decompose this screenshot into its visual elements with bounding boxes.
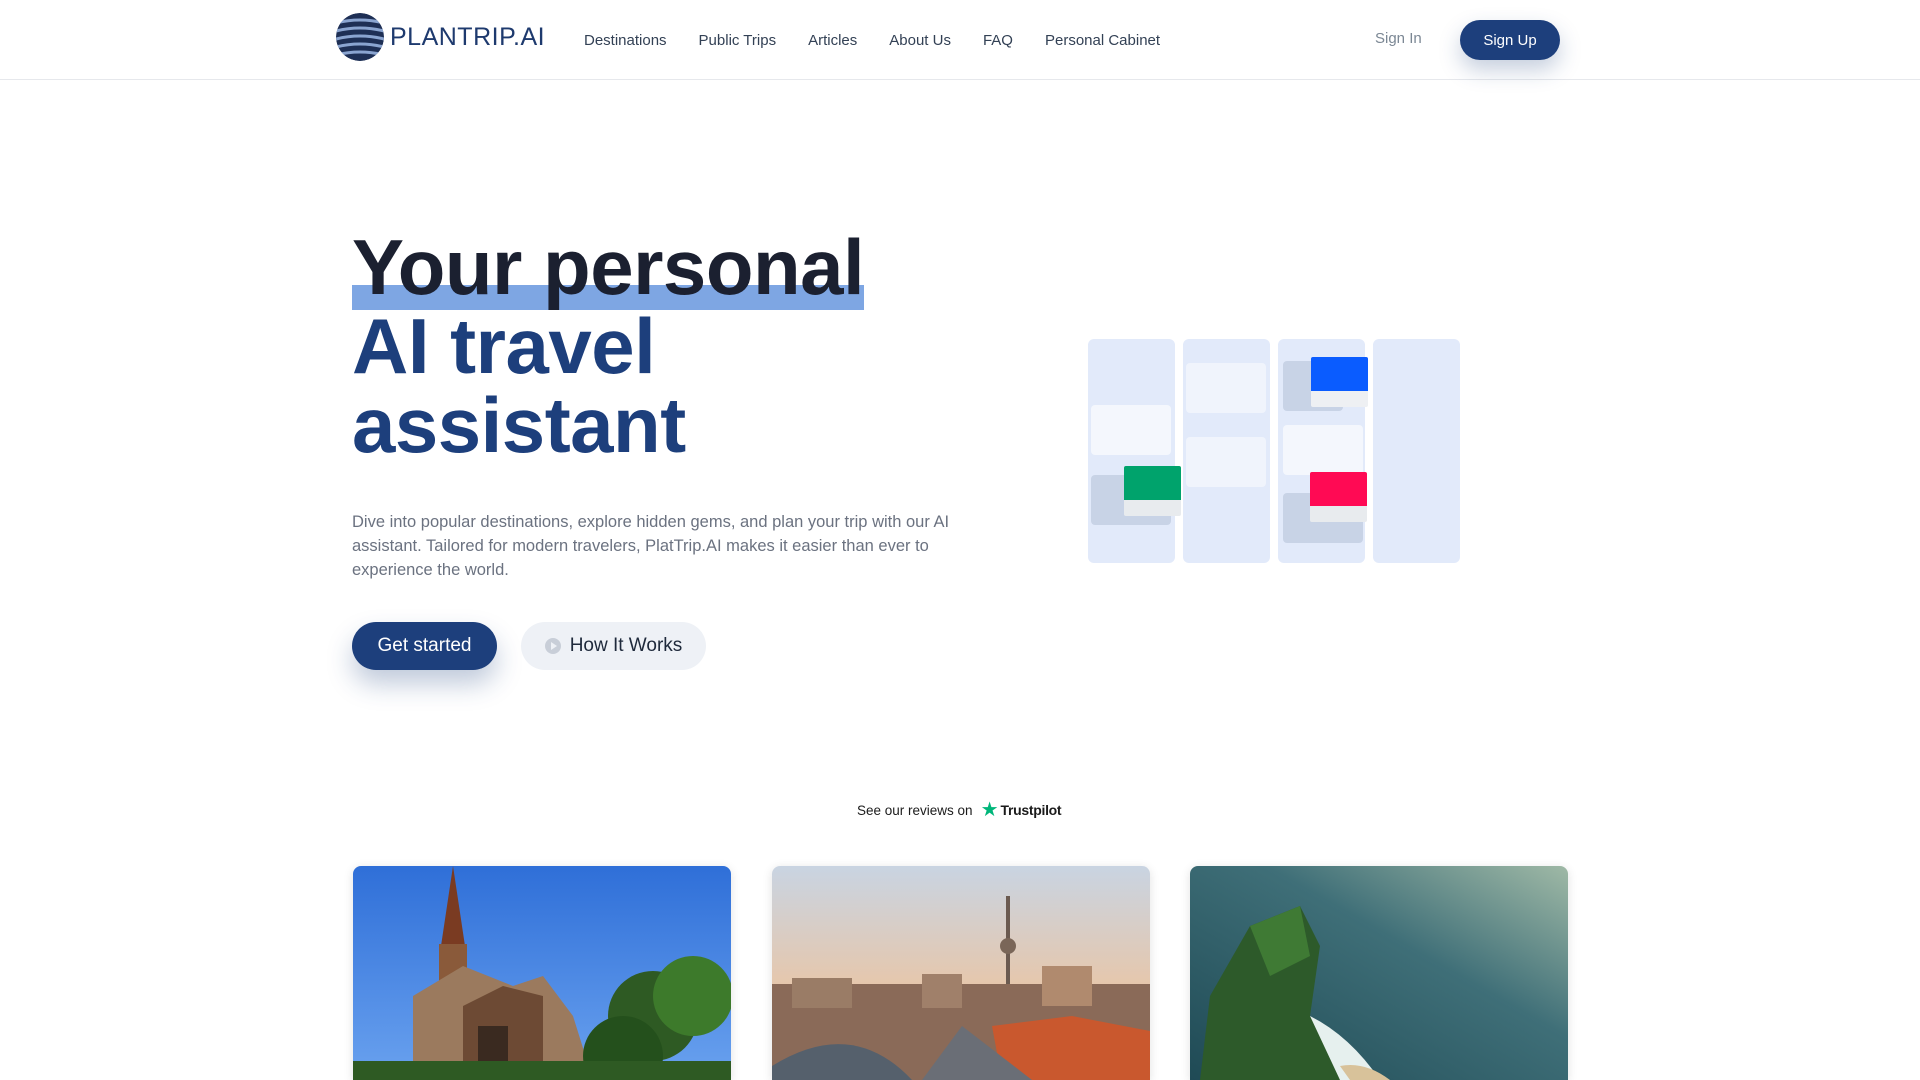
- site-header: PLANTRIP.AI Destinations Public Trips Ar…: [0, 0, 1920, 80]
- sign-up-button[interactable]: Sign Up: [1460, 20, 1560, 60]
- destination-card-2[interactable]: [772, 866, 1150, 1080]
- illustration-card-footer: [1310, 506, 1367, 522]
- church-photo: [353, 866, 731, 1080]
- trustpilot-prefix: See our reviews on: [857, 802, 973, 818]
- trustpilot-link[interactable]: See our reviews on ★ Trustpilot: [857, 799, 1062, 821]
- sign-in-link[interactable]: Sign In: [1375, 30, 1422, 47]
- illustration-column-4: [1373, 339, 1460, 563]
- coastal-cliff-photo: [1190, 866, 1568, 1080]
- illustration-card: [1283, 425, 1363, 475]
- hero-title-line3: assistant: [352, 381, 686, 469]
- hero-title-line2: AI travel: [352, 302, 656, 390]
- hero-title-line1: Your personal: [352, 228, 865, 310]
- globe-logo-icon: [336, 13, 384, 61]
- main-nav: Destinations Public Trips Articles About…: [584, 0, 1192, 80]
- illustration-column-1: [1088, 339, 1181, 563]
- illustration-card: [1091, 405, 1171, 455]
- nav-faq[interactable]: FAQ: [983, 32, 1013, 49]
- logo[interactable]: PLANTRIP.AI: [336, 12, 545, 62]
- hero-title-line1-text: Your personal: [352, 223, 865, 311]
- hero-title: Your personal AI travel assistant: [352, 228, 865, 469]
- illustration-card: [1186, 437, 1266, 487]
- trustpilot-star-icon: ★: [980, 799, 999, 821]
- how-it-works-button[interactable]: How It Works: [521, 622, 706, 670]
- city-skyline-photo: [772, 866, 1150, 1080]
- nav-about-us[interactable]: About Us: [889, 32, 951, 49]
- get-started-button[interactable]: Get started: [352, 622, 497, 670]
- blue-accent-card: [1311, 357, 1368, 391]
- nav-public-trips[interactable]: Public Trips: [699, 32, 777, 49]
- illustration-card: [1186, 363, 1266, 413]
- destination-card-1[interactable]: [353, 866, 731, 1080]
- illustration-column-3: [1278, 339, 1368, 563]
- how-it-works-label: How It Works: [569, 635, 683, 656]
- trustpilot-brand: Trustpilot: [1000, 802, 1062, 818]
- pink-accent-card: [1310, 472, 1367, 506]
- planner-illustration: [1088, 339, 1460, 563]
- hero-description: Dive into popular destinations, explore …: [352, 513, 950, 579]
- logo-text: PLANTRIP.AI: [390, 22, 546, 51]
- nav-articles[interactable]: Articles: [808, 32, 857, 49]
- illustration-card-footer: [1311, 391, 1368, 407]
- destination-card-3[interactable]: [1190, 866, 1568, 1080]
- green-accent-card: [1124, 466, 1181, 500]
- nav-destinations[interactable]: Destinations: [584, 32, 667, 49]
- illustration-card-footer: [1124, 500, 1181, 516]
- nav-personal-cabinet[interactable]: Personal Cabinet: [1045, 32, 1160, 49]
- illustration-column-2: [1183, 339, 1270, 563]
- play-icon: [544, 638, 561, 654]
